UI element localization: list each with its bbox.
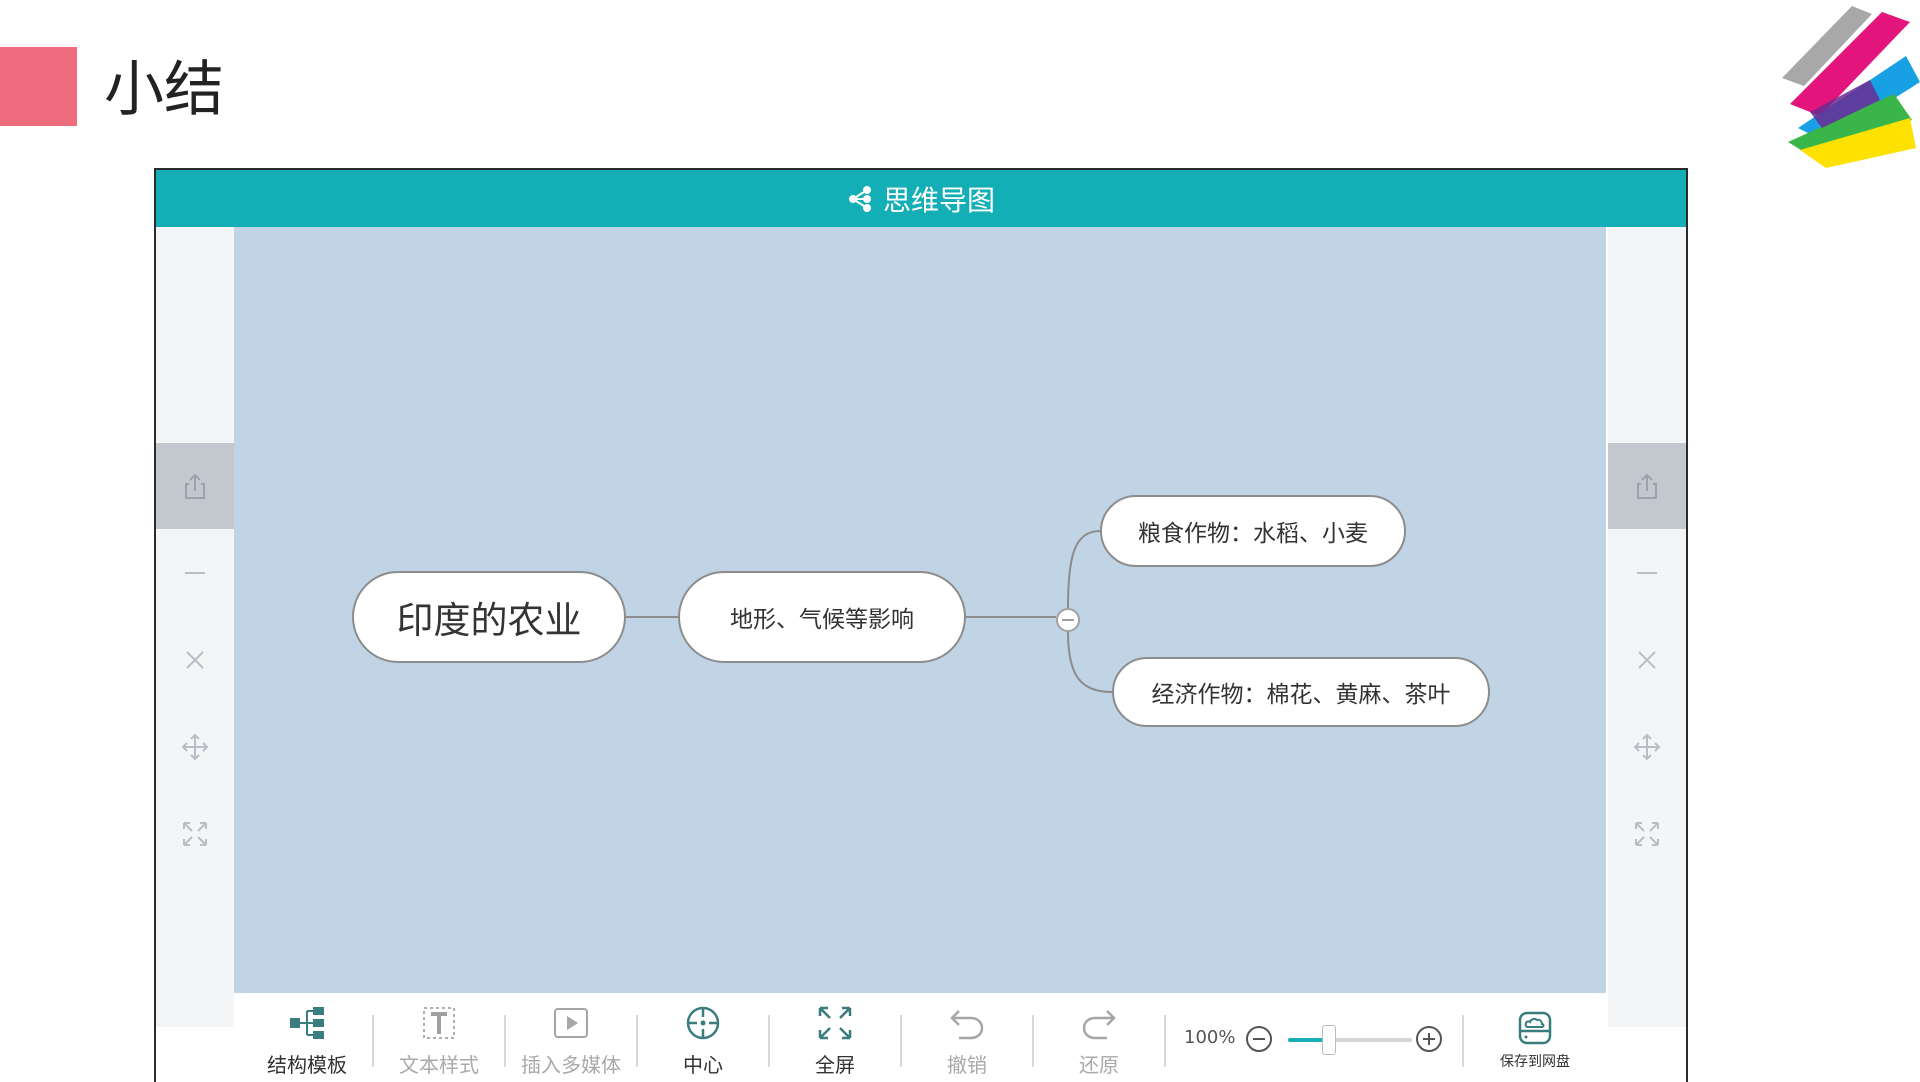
toolbar-separator [1164, 1015, 1166, 1067]
close-icon [186, 651, 204, 669]
zoom-slider-thumb[interactable] [1321, 1025, 1336, 1055]
mindmap-leaf-node[interactable]: 粮食作物：水稻、小麦 [1100, 495, 1406, 567]
tool-label: 中心 [683, 1053, 723, 1077]
save-to-cloud-icon [1518, 1011, 1552, 1045]
expand-icon [183, 822, 207, 846]
left-share-button[interactable] [156, 443, 234, 529]
slide-title-marker [0, 47, 77, 126]
center-button[interactable]: 中心 [648, 993, 758, 1082]
slide-title: 小结 [104, 55, 224, 125]
zoom-level-label: 100% [1184, 1027, 1236, 1048]
bottom-toolbar: 结构模板 文本样式 插入多媒体 中心 全屏 撤销 还原 100% 保存到网盘 [234, 993, 1606, 1082]
toolbar-separator [768, 1015, 770, 1067]
share-icon [1637, 473, 1657, 499]
left-expand-button[interactable] [156, 791, 234, 877]
mindmap-leaf-node[interactable]: 经济作物：棉花、黄麻、茶叶 [1112, 657, 1490, 727]
mindmap-root-node[interactable]: 印度的农业 [352, 571, 626, 663]
structure-template-icon [290, 1007, 324, 1039]
right-minus-button[interactable] [1608, 530, 1686, 616]
move-icon [1633, 733, 1661, 761]
right-close-button[interactable] [1608, 617, 1686, 703]
share-icon [185, 473, 205, 499]
mindmap-app-window: 思维导图 印度的农业 地形、气候等影响 粮食作物：水稻、小麦 经济作物：棉花、黄… [154, 168, 1688, 1082]
toolbar-separator [900, 1015, 902, 1067]
move-icon [181, 733, 209, 761]
tool-label: 插入多媒体 [521, 1053, 621, 1077]
fullscreen-button[interactable]: 全屏 [780, 993, 890, 1082]
expand-icon [1635, 822, 1659, 846]
right-share-button[interactable] [1608, 443, 1686, 529]
insert-media-button[interactable]: 插入多媒体 [516, 993, 626, 1082]
close-icon [1638, 651, 1656, 669]
redo-button[interactable]: 还原 [1044, 993, 1154, 1082]
tool-label: 撤销 [947, 1053, 987, 1077]
mindmap-branch-node[interactable]: 地形、气候等影响 [678, 571, 966, 663]
mindmap-logo-icon [848, 185, 871, 212]
toolbar-separator [1032, 1015, 1034, 1067]
undo-icon [950, 1010, 984, 1040]
zoom-slider-track[interactable] [1288, 1025, 1412, 1055]
right-expand-button[interactable] [1608, 791, 1686, 877]
center-icon [686, 1006, 720, 1040]
left-close-button[interactable] [156, 617, 234, 703]
minus-icon [185, 572, 205, 574]
fullscreen-icon [818, 1006, 852, 1040]
tool-label: 全屏 [815, 1053, 855, 1077]
tool-label: 结构模板 [267, 1053, 347, 1077]
structure-template-button[interactable]: 结构模板 [252, 993, 362, 1082]
left-minus-button[interactable] [156, 530, 234, 616]
zoom-control: 100% [1184, 1013, 1444, 1063]
zoom-in-icon[interactable] [1414, 1024, 1444, 1054]
app-title: 思维导图 [882, 183, 995, 217]
insert-media-icon [554, 1008, 588, 1038]
left-move-button[interactable] [156, 704, 234, 790]
save-to-cloud-button[interactable]: 保存到网盘 [1480, 993, 1590, 1082]
right-side-rail [1608, 227, 1686, 1027]
collapse-toggle-button[interactable] [1056, 608, 1080, 632]
tool-label: 文本样式 [399, 1053, 479, 1077]
mindmap-canvas[interactable]: 印度的农业 地形、气候等影响 粮食作物：水稻、小麦 经济作物：棉花、黄麻、茶叶 [234, 227, 1606, 993]
toolbar-separator [504, 1015, 506, 1067]
left-side-rail [156, 227, 234, 1027]
redo-icon [1082, 1010, 1116, 1040]
brand-logo [1782, 6, 1920, 168]
text-style-button[interactable]: 文本样式 [384, 993, 494, 1082]
right-move-button[interactable] [1608, 704, 1686, 790]
tool-label: 保存到网盘 [1500, 1054, 1570, 1070]
tool-label: 还原 [1079, 1053, 1119, 1077]
toolbar-separator [1462, 1015, 1464, 1067]
zoom-out-icon[interactable] [1244, 1024, 1274, 1054]
undo-button[interactable]: 撤销 [912, 993, 1022, 1082]
text-style-icon [423, 1007, 455, 1039]
minus-icon [1637, 572, 1657, 574]
toolbar-separator [372, 1015, 374, 1067]
toolbar-separator [636, 1015, 638, 1067]
app-title-bar: 思维导图 [156, 170, 1686, 227]
